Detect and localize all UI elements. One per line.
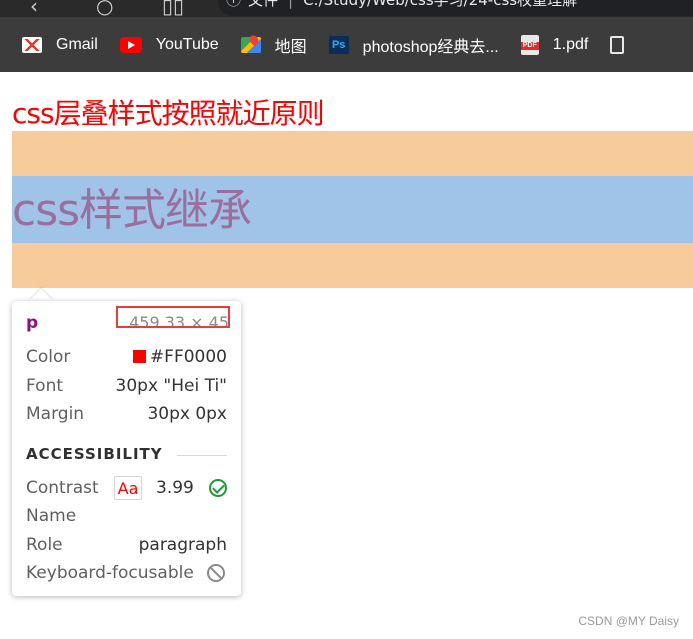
address-bar[interactable]: ⓘ 文件 | C:/Study/Web/css学习/24-css权重理解: [218, 0, 693, 16]
bookmark-label: Gmail: [56, 36, 98, 53]
bookmark-label: photoshop经典去...: [362, 39, 499, 56]
browser-chrome: ‹ ○ ▯▯ ⓘ 文件 | C:/Study/Web/css学习/24-css权重理…: [0, 0, 693, 72]
contrast-sample: Aa: [114, 476, 142, 500]
font-row: Font 30px "Hei Ti": [26, 374, 227, 398]
pdf-icon: [520, 35, 539, 55]
role-value: paragraph: [138, 535, 227, 555]
inspected-paragraph[interactable]: css样式继承: [12, 181, 252, 241]
back-icon[interactable]: ‹: [30, 0, 38, 18]
margin-label: Margin: [26, 404, 85, 424]
extensions-icon[interactable]: ▯▯: [162, 0, 184, 18]
maps-icon: [240, 37, 261, 53]
element-tag: p: [26, 313, 39, 333]
color-row: Color #FF0000: [26, 345, 227, 369]
font-label: Font: [26, 376, 64, 396]
bookmark-maps[interactable]: 地图: [240, 33, 307, 57]
address-scheme-label: 文件: [248, 0, 279, 9]
accessibility-heading: ACCESSIBILITY: [26, 445, 163, 463]
gmail-icon: [22, 37, 42, 53]
address-url[interactable]: C:/Study/Web/css学习/24-css权重理解: [303, 0, 577, 9]
keyboard-label: Keyboard-focusable: [26, 563, 194, 583]
bookmark-label: 地图: [274, 39, 307, 56]
bookmarks-bar: Gmail YouTube 地图 Ps photoshop经典去... 1.pd…: [0, 28, 693, 62]
reload-icon[interactable]: ○: [96, 0, 113, 18]
margin-value: 30px 0px: [147, 404, 227, 424]
watermark: CSDN @MY Daisy: [578, 614, 679, 628]
bookmark-label: 1.pdf: [552, 36, 589, 53]
not-focusable-icon: [207, 564, 225, 582]
name-row: Name: [26, 504, 227, 528]
address-separator: |: [288, 0, 294, 9]
section-divider: [177, 455, 227, 456]
color-label: Color: [26, 347, 71, 367]
keyboard-row: Keyboard-focusable: [26, 561, 227, 585]
margin-row: Margin 30px 0px: [26, 402, 227, 426]
contrast-value: 3.99: [156, 478, 194, 498]
role-label: Role: [26, 535, 63, 555]
role-row: Role paragraph: [26, 533, 227, 557]
dimensions-highlight-box: [116, 306, 230, 328]
bookmark-gmail[interactable]: Gmail: [22, 36, 98, 54]
bookmark-pdf[interactable]: 1.pdf: [520, 35, 589, 55]
color-value: #FF0000: [132, 345, 227, 369]
toolbar: ‹ ○ ▯▯ ⓘ 文件 | C:/Study/Web/css学习/24-css权重理…: [0, 0, 693, 18]
bookmark-folder[interactable]: [610, 36, 638, 54]
youtube-icon: [119, 37, 142, 53]
bookmark-youtube[interactable]: YouTube: [119, 36, 219, 54]
bookmark-label: YouTube: [155, 36, 219, 53]
name-label: Name: [26, 506, 77, 526]
file-icon: [610, 36, 625, 54]
inspector-tooltip: p 459.33 × 45 Color #FF0000 Font 30px "H…: [12, 301, 241, 596]
color-swatch-icon: [132, 350, 146, 363]
check-circle-icon: [209, 479, 227, 497]
contrast-label: Contrast: [26, 478, 99, 498]
color-value-text: #FF0000: [149, 347, 227, 367]
bookmark-photoshop[interactable]: Ps photoshop经典去...: [328, 33, 499, 57]
contrast-row: Contrast Aa 3.99: [26, 476, 227, 500]
font-value: 30px "Hei Ti": [115, 376, 227, 396]
info-icon[interactable]: ⓘ: [226, 0, 241, 14]
page-heading: css层叠样式按照就近原则: [12, 97, 325, 130]
photoshop-icon: Ps: [328, 36, 349, 54]
